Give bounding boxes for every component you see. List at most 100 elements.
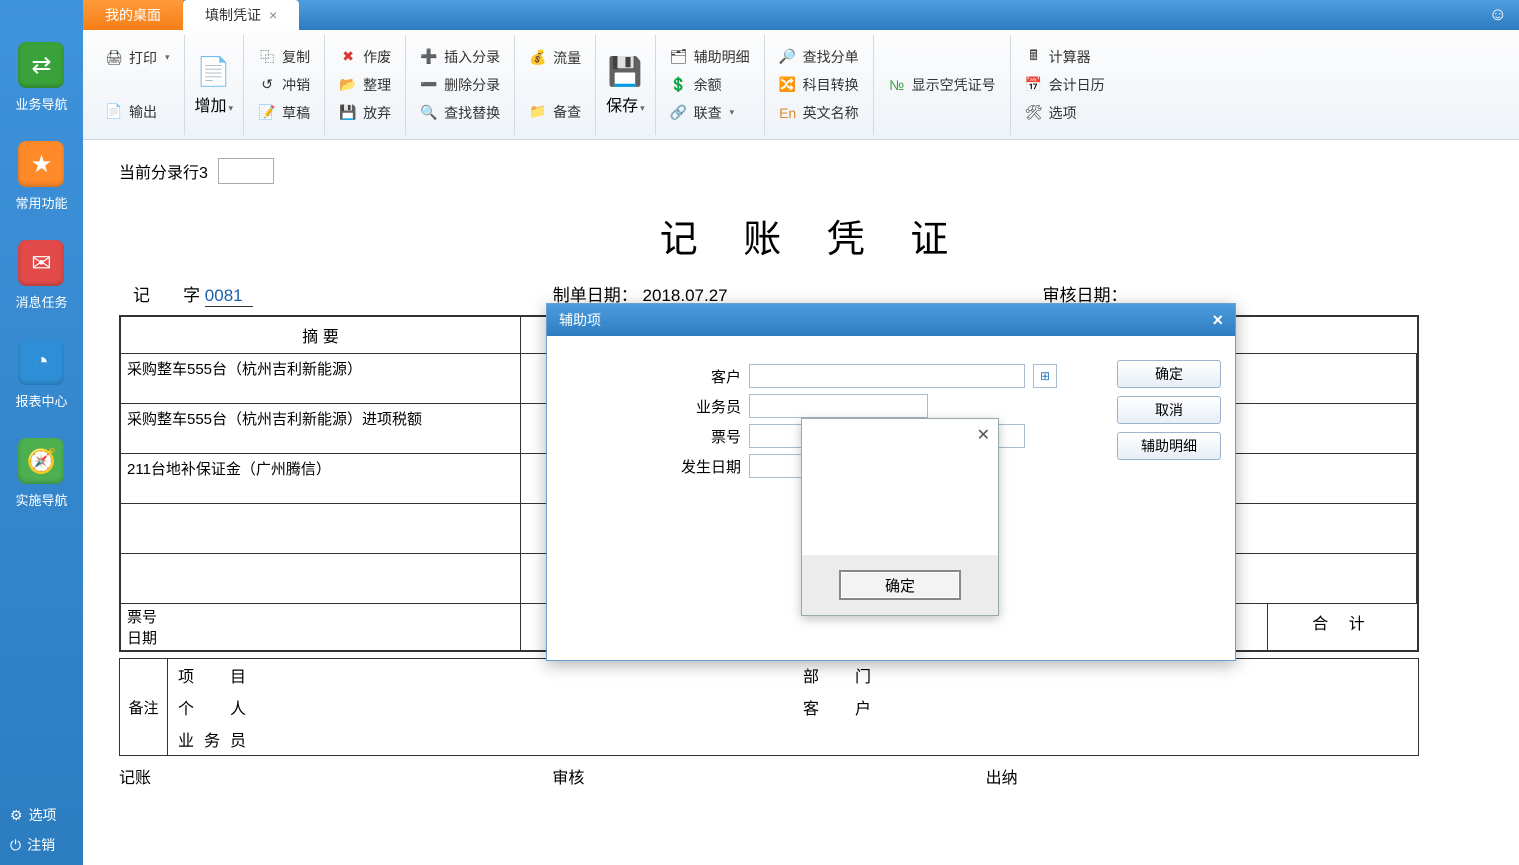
coins-icon: 💰	[529, 49, 547, 67]
sidebar-item-biznav[interactable]: ⇄ 业务导航	[15, 42, 67, 113]
add-button[interactable]: 📄 增加▾	[185, 35, 245, 135]
smile-icon[interactable]: ☺	[1489, 4, 1507, 25]
inner-popup: ✕ 确定	[801, 418, 999, 616]
label-customer: 客户	[565, 366, 741, 387]
discard-button[interactable]: 💾放弃	[335, 101, 395, 125]
sidebar-logout[interactable]: ⏻注销	[10, 835, 83, 855]
col-summary-header: 摘 要	[121, 317, 521, 353]
customer-input[interactable]	[749, 364, 1025, 388]
tab-desktop[interactable]: 我的桌面	[83, 0, 183, 30]
popup-ok-button[interactable]: 确定	[839, 570, 961, 600]
chevron-down-icon: ▾	[229, 103, 234, 113]
remark-project: 项 目	[168, 659, 793, 691]
convert-icon: 🔀	[779, 76, 797, 94]
sort-icon: 📂	[339, 76, 357, 94]
id-icon: №	[888, 76, 906, 94]
signer-audit: 审核	[552, 764, 985, 788]
page-title: 记 账 凭 证	[119, 208, 1507, 263]
sidebar-label: 常用功能	[15, 193, 67, 212]
sidebar-label: 报表中心	[15, 391, 67, 410]
sidebar-label: 业务导航	[15, 94, 67, 113]
flow-icon: ⇄	[18, 42, 64, 88]
modal-title-text: 辅助项	[559, 310, 601, 330]
cancel-button[interactable]: 取消	[1117, 396, 1221, 424]
balance-icon: 💲	[670, 76, 688, 94]
calculator-button[interactable]: 🖩计算器	[1021, 45, 1109, 69]
label-occur-date: 发生日期	[565, 456, 741, 477]
remarks-box: 备注 项 目 部 门 个 人 客 户 业务员	[119, 658, 1419, 756]
draft-icon: 📝	[258, 104, 276, 122]
find-replace-button[interactable]: 🔍查找替换	[416, 101, 504, 125]
calendar-button[interactable]: 📅会计日历	[1021, 73, 1109, 97]
sidebar-item-reports[interactable]: ◔ 报表中心	[15, 339, 67, 410]
lookup-button[interactable]: ⊞	[1033, 364, 1057, 388]
gear-icon: ⚙	[10, 807, 23, 824]
void-button[interactable]: ✖作废	[335, 45, 395, 69]
mail-icon: ✉	[18, 240, 64, 286]
sales-input[interactable]	[749, 394, 928, 418]
save-icon: 💾	[607, 54, 643, 90]
search-list-icon: 🔎	[779, 48, 797, 66]
void-icon: ✖	[339, 48, 357, 66]
delete-entry-button[interactable]: ➖删除分录	[416, 73, 504, 97]
add-icon: 📄	[196, 54, 232, 90]
export-icon: 📄	[105, 103, 123, 121]
print-button[interactable]: 🖨打印▾	[101, 46, 174, 70]
close-icon[interactable]: ✕	[977, 425, 990, 445]
power-icon: ⏻	[10, 837, 21, 854]
link-query-button[interactable]: 🔗联查▾	[666, 101, 754, 125]
draft-button[interactable]: 📝草稿	[254, 101, 314, 125]
sidebar-item-favorites[interactable]: ★ 常用功能	[15, 141, 67, 212]
total-label: 合 计	[1267, 604, 1417, 650]
signer-book: 记账	[119, 764, 552, 788]
subject-convert-button[interactable]: 🔀科目转换	[775, 73, 863, 97]
current-row-input[interactable]	[218, 158, 274, 184]
ok-button[interactable]: 确定	[1117, 360, 1221, 388]
chevron-down-icon: ▾	[730, 107, 735, 118]
export-button[interactable]: 📄输出	[101, 100, 174, 124]
signer-cashier: 出纳	[986, 764, 1419, 788]
sidebar-options[interactable]: ⚙选项	[10, 805, 83, 825]
detail-icon: 🗂	[670, 48, 688, 66]
close-icon[interactable]: ×	[1212, 310, 1223, 331]
remark-customer: 客 户	[793, 691, 1418, 723]
sidebar-item-implement[interactable]: 🧭 实施导航	[15, 438, 67, 509]
english-name-button[interactable]: En英文名称	[775, 101, 863, 125]
modal-titlebar[interactable]: 辅助项 ×	[547, 304, 1235, 336]
en-icon: En	[779, 104, 797, 122]
show-empty-button[interactable]: №显示空凭证号	[884, 73, 1000, 97]
close-icon[interactable]: ×	[269, 7, 277, 23]
left-sidebar: ⇄ 业务导航 ★ 常用功能 ✉ 消息任务 ◔ 报表中心 🧭 实施导航 ⚙选项 ⏻…	[0, 0, 83, 865]
offset-icon: ↺	[258, 76, 276, 94]
delete-row-icon: ➖	[420, 76, 438, 94]
options-button[interactable]: 🛠选项	[1021, 101, 1109, 125]
flow-button[interactable]: 💰流量	[525, 46, 585, 70]
star-icon: ★	[18, 141, 64, 187]
label-ticket: 票号	[565, 426, 741, 447]
chevron-down-icon: ▾	[165, 52, 170, 63]
sort-button[interactable]: 📂整理	[335, 73, 395, 97]
printer-icon: 🖨	[105, 49, 123, 67]
signers-row: 记账 审核 出纳	[119, 764, 1419, 788]
save-button[interactable]: 💾 保存▾	[596, 35, 656, 135]
sidebar-label: 消息任务	[15, 292, 67, 311]
find-icon: 🔍	[420, 104, 438, 122]
balance-button[interactable]: 💲余额	[666, 73, 754, 97]
voucher-no[interactable]: 0081	[205, 286, 253, 307]
insert-entry-button[interactable]: ➕插入分录	[416, 45, 504, 69]
aux-detail-button[interactable]: 🗂辅助明细	[666, 45, 754, 69]
ticket-label: 票号	[127, 609, 157, 626]
sidebar-label: 实施导航	[15, 490, 67, 509]
tab-voucher[interactable]: 填制凭证 ×	[183, 0, 299, 30]
check-button[interactable]: 📁备查	[525, 100, 585, 124]
chart-icon: ◔	[18, 339, 64, 385]
sidebar-item-messages[interactable]: ✉ 消息任务	[15, 240, 67, 311]
aux-detail-button[interactable]: 辅助明细	[1117, 432, 1221, 460]
remark-person: 个 人	[168, 691, 793, 723]
remark-dept: 部 门	[793, 659, 1418, 691]
date-label: 日期	[127, 630, 157, 647]
remark-sales: 业务员	[168, 723, 793, 755]
find-entry-button[interactable]: 🔎查找分单	[775, 45, 863, 69]
copy-button[interactable]: ⿻复制	[254, 45, 314, 69]
offset-button[interactable]: ↺冲销	[254, 73, 314, 97]
